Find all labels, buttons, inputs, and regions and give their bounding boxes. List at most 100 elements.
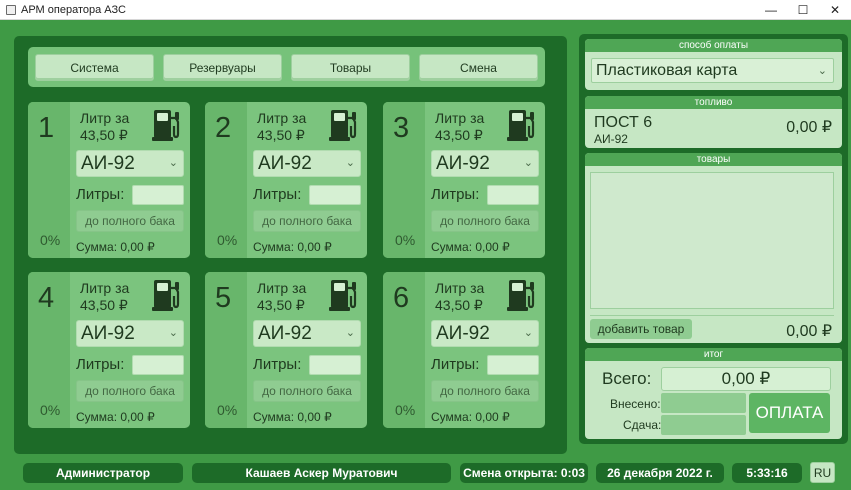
menu-system-button[interactable]: Система [35,54,154,81]
paid-input[interactable] [661,393,746,413]
pump-sum: Сумма: 0,00 ₽ [253,240,332,254]
pump-price-label: Литр за 43,50 ₽ [80,110,130,143]
pump-sum: Сумма: 0,00 ₽ [76,240,155,254]
chevron-down-icon: ⌄ [523,157,533,169]
fuel-pump-icon [329,110,357,141]
pay-button[interactable]: ОПЛАТА [749,393,830,433]
pump-fill-percent: 0% [217,402,238,418]
liters-label: Литры: [76,356,125,373]
pump-price-label: Литр за 43,50 ₽ [257,110,307,143]
window-title: АРМ оператора АЗС [21,3,126,16]
fuel-type-select[interactable]: АИ-92 ⌄ [431,150,539,177]
paid-label: Внесено: [610,397,661,411]
goods-list[interactable] [590,172,834,309]
menu-goods-button[interactable]: Товары [291,54,410,81]
goods-sum: 0,00 ₽ [786,323,832,340]
pump-price-label: Литр за 43,50 ₽ [257,280,307,313]
payment-header: способ оплаты [585,39,842,52]
total-section: итог Всего: 0,00 ₽ Внесено: Сдача: ОПЛАТ… [585,348,842,439]
fuel-type-select[interactable]: АИ-92 ⌄ [76,320,184,347]
pump-number: 5 [215,282,232,314]
fuel-post-name: ПОСТ 6 [594,114,653,131]
chevron-down-icon: ⌄ [168,327,178,339]
menu-tanks-button[interactable]: Резервуары [163,54,282,81]
pump-number: 6 [393,282,410,314]
liters-input[interactable] [132,355,184,375]
liters-label: Литры: [253,356,302,373]
liters-label: Литры: [76,186,125,203]
pump-sum: Сумма: 0,00 ₽ [431,240,510,254]
status-date: 26 декабря 2022 г. [596,463,724,483]
pump-sum: Сумма: 0,00 ₽ [76,410,155,424]
full-tank-button[interactable]: до полного бака [431,210,539,232]
close-button[interactable]: ✕ [819,0,851,20]
pump-fill-percent: 0% [40,402,61,418]
liters-label: Литры: [431,356,480,373]
full-tank-button[interactable]: до полного бака [431,380,539,402]
maximize-button[interactable]: ☐ [787,0,819,20]
language-switch[interactable]: RU [810,462,835,483]
fuel-pump-icon [152,110,180,141]
chevron-down-icon: ⌄ [523,327,533,339]
add-goods-button[interactable]: добавить товар [590,319,692,339]
pump-price-label: Литр за 43,50 ₽ [435,280,485,313]
fuel-pump-icon [507,280,535,311]
full-tank-button[interactable]: до полного бака [253,210,361,232]
goods-header: товары [585,153,842,166]
chevron-down-icon: ⌄ [345,157,355,169]
liters-input[interactable] [487,355,539,375]
fuel-post-type: АИ-92 [594,132,628,146]
pump-number: 2 [215,112,232,144]
fuel-post-sum: 0,00 ₽ [786,119,832,136]
liters-input[interactable] [309,355,361,375]
status-operator: Кашаев Аскер Муратович [192,463,451,483]
pump-card-1[interactable]: 1 0% Литр за 43,50 ₽ АИ-92 ⌄ Литры: до пол… [28,102,190,258]
pump-sum: Сумма: 0,00 ₽ [253,410,332,424]
change-field [661,415,746,435]
pump-fill-percent: 0% [40,232,61,248]
pump-sum: Сумма: 0,00 ₽ [431,410,510,424]
total-value: 0,00 ₽ [661,367,831,391]
chevron-down-icon: ⌄ [817,65,827,77]
total-label: Всего: [602,369,652,388]
full-tank-button[interactable]: до полного бака [253,380,361,402]
fuel-section: топливо ПОСТ 6 АИ-92 0,00 ₽ [585,96,842,148]
fuel-pump-icon [329,280,357,311]
liters-input[interactable] [132,185,184,205]
fuel-type-select[interactable]: АИ-92 ⌄ [253,320,361,347]
total-header: итог [585,348,842,361]
liters-label: Литры: [431,186,480,203]
pump-price-label: Литр за 43,50 ₽ [435,110,485,143]
pump-card-3[interactable]: 3 0% Литр за 43,50 ₽ АИ-92 ⌄ Литры: до пол… [383,102,545,258]
full-tank-button[interactable]: до полного бака [76,210,184,232]
pump-number: 4 [38,282,55,314]
chevron-down-icon: ⌄ [168,157,178,169]
menu-shift-button[interactable]: Смена [419,54,538,81]
fuel-type-select[interactable]: АИ-92 ⌄ [76,150,184,177]
pump-number: 3 [393,112,410,144]
full-tank-button[interactable]: до полного бака [76,380,184,402]
pump-fill-percent: 0% [395,402,416,418]
pump-card-5[interactable]: 5 0% Литр за 43,50 ₽ АИ-92 ⌄ Литры: до пол… [205,272,367,428]
fuel-pump-icon [507,110,535,141]
fuel-type-select[interactable]: АИ-92 ⌄ [253,150,361,177]
liters-input[interactable] [309,185,361,205]
pump-fill-percent: 0% [395,232,416,248]
fuel-pump-icon [152,280,180,311]
pump-card-4[interactable]: 4 0% Литр за 43,50 ₽ АИ-92 ⌄ Литры: до пол… [28,272,190,428]
liters-input[interactable] [487,185,539,205]
payment-method-value: Пластиковая карта [596,62,738,79]
pump-fill-percent: 0% [217,232,238,248]
pump-card-6[interactable]: 6 0% Литр за 43,50 ₽ АИ-92 ⌄ Литры: до пол… [383,272,545,428]
payment-method-select[interactable]: Пластиковая карта ⌄ [591,58,834,83]
goods-divider [590,315,834,316]
pump-card-2[interactable]: 2 0% Литр за 43,50 ₽ АИ-92 ⌄ Литры: до пол… [205,102,367,258]
liters-label: Литры: [253,186,302,203]
status-role: Администратор [23,463,183,483]
chevron-down-icon: ⌄ [345,327,355,339]
payment-section: способ оплаты Пластиковая карта ⌄ [585,39,842,90]
fuel-header: топливо [585,96,842,109]
fuel-type-select[interactable]: АИ-92 ⌄ [431,320,539,347]
title-bar: АРМ оператора АЗС — ☐ ✕ [0,0,851,20]
minimize-button[interactable]: — [755,0,787,20]
